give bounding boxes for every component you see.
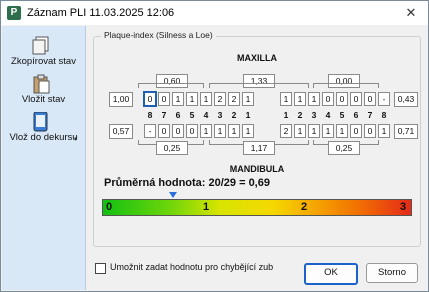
maxilla-tooth-cell[interactable]: 0	[350, 92, 362, 106]
tooth-number: 3	[217, 110, 223, 120]
average-summary: Průměrná hodnota: 20/29 = 0,69	[104, 177, 270, 189]
mandibula-tooth-row: -000111121111001	[144, 124, 390, 138]
tooth-number: 3	[311, 110, 317, 120]
tooth-number: 7	[161, 110, 167, 120]
app-icon: P	[7, 6, 21, 20]
tooth-number: 1	[245, 110, 251, 120]
mandibula-quadrant-avg-1: 0,25	[156, 141, 188, 155]
ok-button[interactable]: OK	[304, 263, 358, 285]
tooth-number: 8	[381, 110, 387, 120]
mandibula-tooth-cell[interactable]: 1	[200, 124, 212, 138]
mandibula-quadrant-avg-3: 0,25	[328, 141, 360, 155]
mandibula-tooth-cell[interactable]: 1	[322, 124, 334, 138]
plaque-index-group: Plaque-index (Silness a Loe) MAXILLA 0,6…	[93, 30, 421, 247]
maxilla-left-value: 1,00	[109, 92, 133, 107]
tooth-number: 6	[175, 110, 181, 120]
tooth-number-row: 8765432112345678	[144, 110, 387, 124]
tooth-number: 4	[325, 110, 331, 120]
copy-icon	[32, 36, 49, 55]
group-label: Plaque-index (Silness a Loe)	[101, 30, 216, 40]
title-bar: P Záznam PLI 11.03.2025 12:06 ✕	[1, 1, 428, 25]
mandibula-tooth-cell[interactable]: 1	[214, 124, 226, 138]
tooth-number: 2	[231, 110, 237, 120]
maxilla-bracket	[313, 83, 379, 88]
mandibula-tooth-cell[interactable]: 1	[228, 124, 240, 138]
mandibula-tooth-cell[interactable]: 2	[280, 124, 292, 138]
mandibula-tooth-cell[interactable]: 1	[308, 124, 320, 138]
checkbox-label: Umožnit zadat hodnotu pro chybějící zub	[110, 262, 274, 272]
maxilla-tooth-cell[interactable]: 1	[308, 92, 320, 106]
maxilla-tooth-cell[interactable]: 1	[242, 92, 254, 106]
paste-icon	[33, 74, 50, 94]
mandibula-tooth-cell[interactable]: 0	[350, 124, 362, 138]
maxilla-tooth-row: 001112211110000-	[143, 91, 390, 107]
maxilla-bracket	[209, 83, 309, 88]
mandibula-quadrant-avg-2: 1,17	[243, 141, 275, 155]
maxilla-tooth-cell[interactable]: 0	[322, 92, 334, 106]
maxilla-right-value: 0,43	[394, 92, 418, 107]
maxilla-tooth-cell[interactable]: 1	[172, 92, 184, 106]
tooth-number: 1	[283, 110, 289, 120]
maxilla-tooth-cell[interactable]: 1	[186, 92, 198, 106]
maxilla-tooth-cell[interactable]: 1	[280, 92, 292, 106]
copy-state-button[interactable]: Zkopírovat stav	[2, 32, 85, 70]
paste-state-button[interactable]: Vložit stav	[2, 70, 85, 108]
maxilla-tooth-cell[interactable]: 0	[364, 92, 376, 106]
scale-label-0: 0	[106, 201, 113, 213]
chevron-down-icon[interactable]: ▾	[74, 135, 78, 143]
maxilla-title: MAXILLA	[237, 53, 277, 63]
mandibula-tooth-cell[interactable]: 0	[158, 124, 170, 138]
scale-label-1: 1	[203, 201, 210, 213]
mandibula-tooth-cell[interactable]: 0	[364, 124, 376, 138]
scale-label-2: 2	[301, 201, 308, 213]
maxilla-bracket	[138, 83, 204, 88]
mandibula-tooth-cell[interactable]: 1	[378, 124, 390, 138]
sidebar-item-label: Vložit stav	[21, 94, 66, 105]
mandibula-tooth-cell[interactable]: 0	[186, 124, 198, 138]
tooth-number: 8	[147, 110, 153, 120]
window-title: Záznam PLI 11.03.2025 12:06	[27, 7, 175, 19]
mandibula-tooth-cell[interactable]: -	[144, 124, 156, 138]
average-marker-icon	[168, 192, 177, 198]
maxilla-tooth-cell[interactable]: 1	[200, 92, 212, 106]
mandibula-tooth-cell[interactable]: 1	[242, 124, 254, 138]
maxilla-tooth-cell[interactable]: 0	[143, 91, 157, 107]
mandibula-tooth-cell[interactable]: 0	[172, 124, 184, 138]
plaque-scale-bar: 0 1 2 3	[102, 199, 412, 216]
maxilla-tooth-cell[interactable]: 1	[294, 92, 306, 106]
tooth-number: 5	[189, 110, 195, 120]
tooth-number: 4	[203, 110, 209, 120]
tooth-number: 2	[297, 110, 303, 120]
mandibula-tooth-cell[interactable]: 1	[336, 124, 348, 138]
cancel-button[interactable]: Storno	[366, 263, 418, 283]
mandibula-title: MANDIBULA	[229, 164, 285, 174]
tooth-number: 7	[367, 110, 373, 120]
checkbox-box[interactable]	[95, 263, 106, 274]
scale-label-3: 3	[400, 201, 407, 213]
mandibula-right-value: 0,71	[394, 124, 418, 139]
close-icon[interactable]: ✕	[400, 4, 422, 22]
maxilla-tooth-cell[interactable]: 0	[158, 92, 170, 106]
maxilla-tooth-cell[interactable]: 0	[336, 92, 348, 106]
sidebar-item-label: Zkopírovat stav	[11, 56, 76, 67]
maxilla-tooth-cell[interactable]: 2	[228, 92, 240, 106]
mandibula-tooth-cell[interactable]: 1	[294, 124, 306, 138]
tooth-number: 5	[339, 110, 345, 120]
sidebar: Zkopírovat stav Vložit stav Vlož do deku…	[2, 26, 86, 290]
mandibula-left-value: 0,57	[109, 124, 133, 139]
tooth-number: 6	[353, 110, 359, 120]
sidebar-item-label: Vlož do dekursu	[9, 132, 78, 143]
insert-to-record-button[interactable]: Vlož do dekursu ▾	[2, 108, 85, 146]
phone-paste-icon	[33, 112, 48, 132]
dialog-window: P Záznam PLI 11.03.2025 12:06 ✕ Zkopírov…	[0, 0, 429, 292]
maxilla-tooth-cell[interactable]: -	[378, 92, 390, 106]
main-panel: Plaque-index (Silness a Loe) MAXILLA 0,6…	[86, 26, 428, 291]
maxilla-tooth-cell[interactable]: 2	[214, 92, 226, 106]
